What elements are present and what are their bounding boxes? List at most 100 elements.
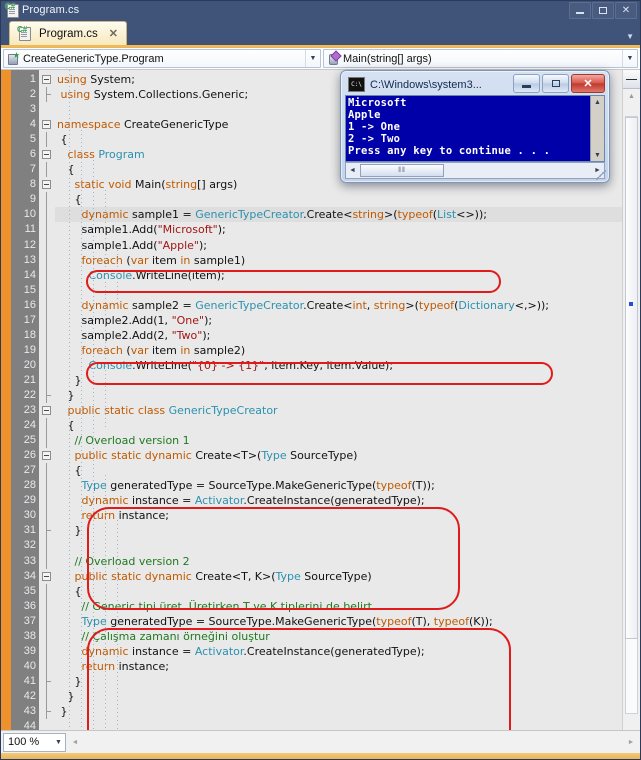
collapse-toggle-icon[interactable] [42, 406, 51, 416]
console-minimize-button[interactable] [513, 74, 540, 93]
code-line[interactable]: dynamic instance = Activator.CreateInsta… [55, 493, 622, 508]
code-line[interactable] [55, 538, 622, 553]
code-line[interactable]: dynamic sample2 = GenericTypeCreator.Cre… [55, 298, 622, 313]
outline-connector [46, 613, 47, 629]
chevron-down-icon[interactable]: ▼ [622, 50, 637, 67]
minimize-button[interactable] [569, 2, 591, 19]
line-number: 41 [23, 674, 36, 687]
outline-row [39, 282, 55, 298]
line-number: 22 [23, 388, 36, 401]
collapse-toggle-icon[interactable] [42, 120, 51, 130]
code-line[interactable] [55, 719, 622, 730]
code-line[interactable]: dynamic sample1 = GenericTypeCreator.Cre… [55, 207, 622, 223]
split-view-handle[interactable] [623, 70, 640, 89]
code-line[interactable]: { [55, 418, 622, 433]
code-line[interactable]: { [55, 192, 622, 207]
code-line[interactable]: } [55, 704, 622, 719]
scroll-right-arrow[interactable]: ► [624, 739, 638, 746]
code-line[interactable] [55, 283, 622, 298]
maximize-button[interactable] [592, 2, 614, 19]
line-number: 24 [23, 419, 36, 432]
outline-connector [46, 372, 47, 388]
console-horizontal-scrollbar[interactable]: ◄ ‖‖ ► [345, 162, 605, 179]
code-line[interactable]: // Generic tipi üret. Üretirken T ve K t… [55, 599, 622, 614]
code-line[interactable]: { [55, 463, 622, 478]
code-line[interactable]: foreach (var item in sample1) [55, 253, 622, 268]
scroll-left-arrow[interactable]: ◄ [68, 739, 82, 746]
console-scroll-down-arrow[interactable]: ▼ [591, 149, 604, 161]
code-line[interactable]: public static class GenericTypeCreator [55, 403, 622, 418]
console-vertical-scrollbar[interactable]: ▲ ▼ [590, 96, 604, 161]
line-number: 18 [23, 328, 36, 341]
indent-guide [117, 520, 118, 730]
outline-connector [46, 493, 47, 509]
console-hscroll-thumb[interactable]: ‖‖ [360, 164, 444, 177]
code-line[interactable]: Type generatedType = SourceType.MakeGene… [55, 478, 622, 493]
code-line[interactable]: } [55, 388, 622, 403]
outline-row [39, 478, 55, 494]
code-line[interactable]: Type generatedType = SourceType.MakeGene… [55, 614, 622, 629]
code-line[interactable]: } [55, 523, 622, 538]
code-line[interactable]: // Overload version 1 [55, 433, 622, 448]
member-dropdown[interactable]: Main(string[] args) ▼ [323, 49, 638, 68]
window-controls: ✕ [569, 2, 637, 19]
indent-guide [93, 160, 94, 730]
console-scroll-left-arrow[interactable]: ◄ [346, 167, 359, 174]
zoom-dropdown[interactable]: 100 % ▼ [3, 732, 66, 752]
code-line[interactable]: sample1.Add("Apple"); [55, 238, 622, 253]
close-button[interactable]: ✕ [615, 2, 637, 19]
code-line[interactable]: foreach (var item in sample2) [55, 343, 622, 358]
collapse-toggle-icon[interactable] [42, 180, 51, 190]
code-line[interactable]: sample2.Add(1, "One"); [55, 313, 622, 328]
collapse-toggle-icon[interactable] [42, 571, 51, 581]
code-line[interactable]: dynamic instance = Activator.CreateInsta… [55, 644, 622, 659]
code-line[interactable]: public static dynamic Create<T, K>(Type … [55, 569, 622, 584]
code-line[interactable]: Console.WriteLine(item); [55, 268, 622, 283]
outline-row [39, 463, 55, 479]
line-number: 16 [23, 298, 36, 311]
outline-row [39, 162, 55, 178]
outlining-margin[interactable] [39, 70, 55, 730]
code-line[interactable]: sample1.Add("Microsoft"); [55, 222, 622, 237]
code-line[interactable]: } [55, 674, 622, 689]
console-close-button[interactable]: ✕ [571, 74, 605, 93]
code-line[interactable]: public static dynamic Create<T>(Type Sou… [55, 448, 622, 463]
vertical-scrollbar[interactable]: ▲ [622, 70, 640, 730]
tab-close-icon[interactable]: ✕ [109, 27, 118, 40]
collapse-toggle-icon[interactable] [42, 451, 51, 461]
code-line[interactable]: } [55, 689, 622, 704]
status-bar: 100 % ▼ ◄ ► [1, 730, 640, 753]
horizontal-scrollbar[interactable]: ◄ ► [68, 732, 638, 752]
code-line[interactable]: sample2.Add(2, "Two"); [55, 328, 622, 343]
code-line[interactable]: // Overload version 2 [55, 554, 622, 569]
console-output-text: Microsoft Apple 1 -> One 2 -> Two Press … [348, 97, 551, 158]
collapse-toggle-icon[interactable] [42, 75, 51, 84]
hscroll-track[interactable] [82, 735, 624, 750]
code-line[interactable]: { [55, 584, 622, 599]
line-number: 5 [29, 133, 36, 146]
scroll-up-arrow[interactable]: ▲ [623, 89, 640, 103]
outline-connector [46, 478, 47, 494]
line-number: 40 [23, 659, 36, 672]
code-line[interactable]: return instance; [55, 659, 622, 674]
tab-program-cs[interactable]: C# Program.cs ✕ [9, 21, 128, 45]
outline-connector [46, 658, 47, 674]
indent-guide [81, 130, 82, 730]
scrollbar-thumb[interactable] [625, 117, 638, 639]
chevron-down-icon[interactable]: ▼ [626, 32, 634, 41]
outline-row [39, 403, 55, 418]
type-dropdown[interactable]: CreateGenericType.Program ▼ [3, 49, 321, 68]
outline-row [39, 719, 55, 730]
collapse-toggle-icon[interactable] [42, 150, 51, 160]
code-line[interactable]: return instance; [55, 508, 622, 523]
zoom-value: 100 % [8, 736, 40, 748]
code-line[interactable]: Console.WriteLine("{0} -> {1}", item.Key… [55, 358, 622, 373]
console-scroll-up-arrow[interactable]: ▲ [591, 96, 604, 108]
chevron-down-icon[interactable]: ▼ [52, 739, 65, 746]
code-line[interactable]: // Çalışma zamanı örneğini oluştur [55, 629, 622, 644]
console-window[interactable]: C:\ C:\Windows\system3... ✕ Microsoft Ap… [340, 70, 610, 183]
chevron-down-icon[interactable]: ▼ [305, 50, 320, 67]
code-line[interactable]: } [55, 373, 622, 388]
console-maximize-button[interactable] [542, 74, 569, 93]
resize-grip-icon[interactable] [596, 170, 606, 180]
